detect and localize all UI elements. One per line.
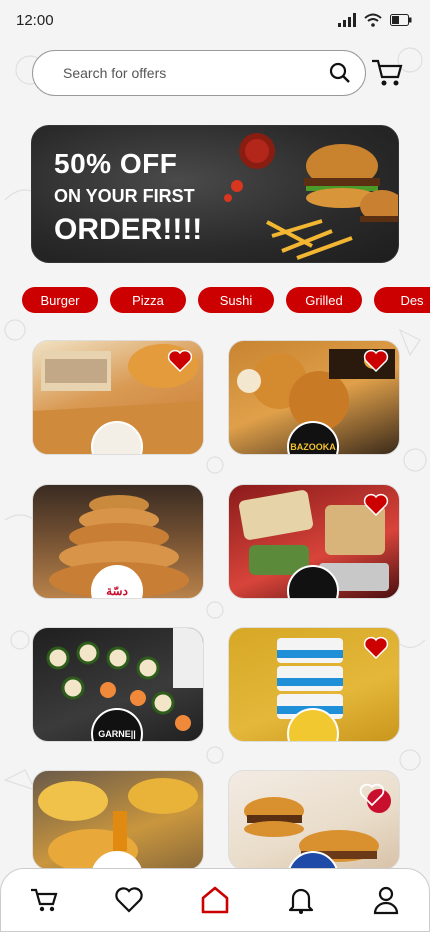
restaurant-card[interactable] <box>32 770 204 870</box>
bottom-nav <box>0 868 430 932</box>
user-icon <box>374 886 399 915</box>
nav-cart[interactable] <box>24 880 64 920</box>
nav-profile[interactable] <box>366 880 406 920</box>
heart-icon <box>115 887 144 913</box>
favorite-heart-icon[interactable] <box>363 349 389 373</box>
restaurant-card[interactable] <box>228 627 400 742</box>
favorite-heart-icon[interactable] <box>359 783 385 807</box>
nav-favorites[interactable] <box>109 880 149 920</box>
cart-icon <box>30 888 58 912</box>
restaurant-card[interactable]: GARNE|| <box>32 627 204 742</box>
restaurant-card[interactable] <box>228 484 400 599</box>
home-icon <box>201 886 229 914</box>
restaurant-card[interactable]: BAZOOKA <box>228 340 400 455</box>
favorite-heart-icon[interactable] <box>363 636 389 660</box>
bell-icon <box>288 888 313 914</box>
favorite-heart-icon[interactable] <box>363 493 389 517</box>
restaurant-card[interactable] <box>228 770 400 870</box>
restaurant-grid: BAZOOKA دسّة GARNE|| <box>0 0 430 932</box>
nav-home[interactable] <box>195 880 235 920</box>
nav-notifications[interactable] <box>281 880 321 920</box>
favorite-heart-icon[interactable] <box>167 349 193 373</box>
restaurant-card[interactable] <box>32 340 204 455</box>
restaurant-card[interactable]: دسّة <box>32 484 204 599</box>
